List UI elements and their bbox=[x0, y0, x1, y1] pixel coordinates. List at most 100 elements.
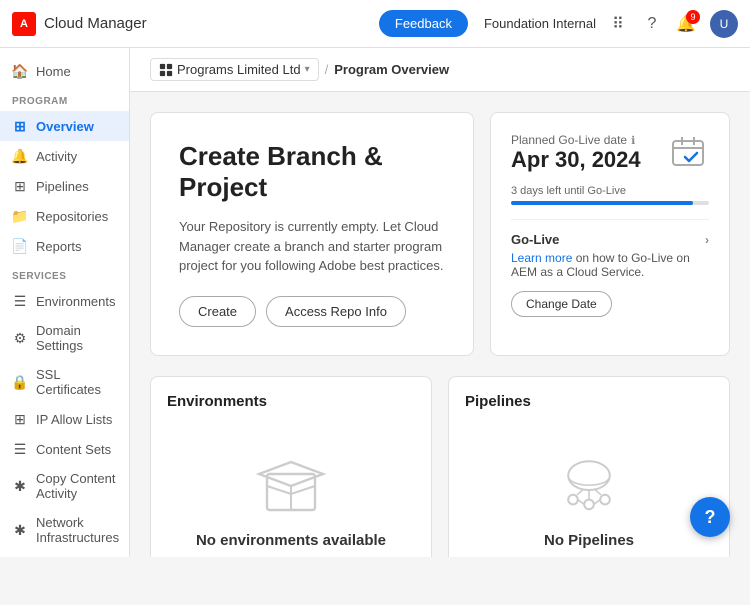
sidebar-section-resources: RESOURCES bbox=[0, 552, 129, 557]
feedback-button[interactable]: Feedback bbox=[379, 10, 468, 37]
access-repo-button[interactable]: Access Repo Info bbox=[266, 296, 406, 327]
create-card-buttons: Create Access Repo Info bbox=[179, 296, 445, 327]
golive-desc: Learn more on how to Go-Live on AEM as a… bbox=[511, 251, 709, 279]
repositories-icon: 📁 bbox=[12, 208, 28, 224]
ip-icon: ⊞ bbox=[12, 411, 28, 427]
create-card-title: Create Branch & Project bbox=[179, 141, 445, 203]
sidebar-repositories-label: Repositories bbox=[36, 209, 108, 224]
overview-icon: ⊞ bbox=[12, 118, 28, 134]
environments-title: Environments bbox=[167, 393, 415, 410]
golive-section-title: Go-Live › bbox=[511, 232, 709, 247]
sidebar-network-label: Network Infrastructures bbox=[36, 515, 119, 545]
empty-box-icon bbox=[251, 442, 331, 522]
progress-label: 3 days left until Go-Live bbox=[511, 185, 709, 197]
logo[interactable]: A Cloud Manager bbox=[12, 12, 147, 36]
progress-bar-bg bbox=[511, 201, 709, 205]
sidebar-section-services: SERVICES bbox=[0, 261, 129, 286]
info-icon: ℹ bbox=[631, 134, 635, 147]
create-button[interactable]: Create bbox=[179, 296, 256, 327]
environments-card: Environments No environments available S… bbox=[150, 376, 432, 557]
network-icon: ✱ bbox=[12, 522, 28, 538]
change-date-button[interactable]: Change Date bbox=[511, 291, 612, 317]
app-title: Cloud Manager bbox=[44, 15, 147, 32]
sidebar-ssl-label: SSL Certificates bbox=[36, 367, 117, 397]
sidebar-item-ip-allow-lists[interactable]: ⊞ IP Allow Lists bbox=[0, 404, 129, 434]
environments-empty-title: No environments available bbox=[196, 532, 386, 549]
topnav-icons: ⠿ ? 🔔 9 U bbox=[608, 10, 738, 38]
progress-bar-fill bbox=[511, 201, 693, 205]
activity-icon: 🔔 bbox=[12, 148, 28, 164]
golive-label-wrap: Planned Go-Live date ℹ Apr 30, 2024 bbox=[511, 133, 641, 181]
sidebar-ip-label: IP Allow Lists bbox=[36, 412, 112, 427]
cards-row: Create Branch & Project Your Repository … bbox=[150, 112, 730, 356]
pipelines-title: Pipelines bbox=[465, 393, 713, 410]
breadcrumb-bar: Programs Limited Ltd ▾ / Program Overvie… bbox=[130, 48, 750, 92]
org-icon bbox=[159, 63, 173, 77]
sidebar-overview-label: Overview bbox=[36, 119, 94, 134]
content-area: Create Branch & Project Your Repository … bbox=[130, 92, 750, 557]
notification-badge: 9 bbox=[686, 10, 700, 24]
sidebar-item-ssl-certificates[interactable]: 🔒 SSL Certificates bbox=[0, 360, 129, 404]
topnav: A Cloud Manager Feedback Foundation Inte… bbox=[0, 0, 750, 48]
sidebar-item-home[interactable]: 🏠 Home bbox=[0, 56, 129, 86]
breadcrumb-separator: / bbox=[325, 62, 329, 77]
main-content: Programs Limited Ltd ▾ / Program Overvie… bbox=[130, 48, 750, 557]
sidebar-copy-content-label: Copy Content Activity bbox=[36, 471, 117, 501]
org-name: Foundation Internal bbox=[484, 16, 596, 31]
sidebar-item-pipelines[interactable]: ⊞ Pipelines bbox=[0, 171, 129, 201]
sidebar: 🏠 Home PROGRAM ⊞ Overview 🔔 Activity ⊞ P… bbox=[0, 48, 130, 557]
pipelines-empty-state: No Pipelines Select Add to create a new … bbox=[465, 422, 713, 557]
environments-empty-state: No environments available Select Add Env… bbox=[167, 422, 415, 557]
reports-icon: 📄 bbox=[12, 238, 28, 254]
golive-planned-label: Planned Go-Live date ℹ bbox=[511, 133, 641, 147]
empty-pipelines-icon bbox=[549, 442, 629, 522]
breadcrumb-chevron-down-icon: ▾ bbox=[305, 64, 310, 75]
help-button[interactable]: ? bbox=[690, 497, 730, 537]
golive-progress-wrap: 3 days left until Go-Live bbox=[511, 185, 709, 205]
sidebar-item-environments[interactable]: ☰ Environments bbox=[0, 286, 129, 316]
sidebar-item-copy-content-activity[interactable]: ✱ Copy Content Activity bbox=[0, 464, 129, 508]
grid-icon[interactable]: ⠿ bbox=[608, 14, 628, 34]
sidebar-item-domain-settings[interactable]: ⚙ Domain Settings bbox=[0, 316, 129, 360]
create-branch-card: Create Branch & Project Your Repository … bbox=[150, 112, 474, 356]
breadcrumb-org[interactable]: Programs Limited Ltd ▾ bbox=[150, 58, 319, 81]
sidebar-home-label: Home bbox=[36, 64, 71, 79]
sidebar-item-overview[interactable]: ⊞ Overview bbox=[0, 111, 129, 141]
sidebar-environments-label: Environments bbox=[36, 294, 115, 309]
sidebar-item-activity[interactable]: 🔔 Activity bbox=[0, 141, 129, 171]
bottom-row: Environments No environments available S… bbox=[150, 376, 730, 557]
calendar-icon bbox=[669, 133, 709, 173]
sidebar-activity-label: Activity bbox=[36, 149, 77, 164]
golive-section: Go-Live › Learn more on how to Go-Live o… bbox=[511, 219, 709, 317]
adobe-icon: A bbox=[12, 12, 36, 36]
domain-settings-icon: ⚙ bbox=[12, 330, 28, 346]
sidebar-item-network-infrastructures[interactable]: ✱ Network Infrastructures bbox=[0, 508, 129, 552]
sidebar-item-reports[interactable]: 📄 Reports bbox=[0, 231, 129, 261]
help-icon[interactable]: ? bbox=[642, 14, 662, 34]
pipelines-card: Pipelines bbox=[448, 376, 730, 557]
golive-date: Apr 30, 2024 bbox=[511, 147, 641, 173]
sidebar-item-content-sets[interactable]: ☰ Content Sets bbox=[0, 434, 129, 464]
sidebar-domain-label: Domain Settings bbox=[36, 323, 117, 353]
golive-card: Planned Go-Live date ℹ Apr 30, 2024 bbox=[490, 112, 730, 356]
content-sets-icon: ☰ bbox=[12, 441, 28, 457]
sidebar-reports-label: Reports bbox=[36, 239, 82, 254]
notification-icon[interactable]: 🔔 9 bbox=[676, 14, 696, 34]
sidebar-section-program: PROGRAM bbox=[0, 86, 129, 111]
copy-content-icon: ✱ bbox=[12, 478, 28, 494]
environments-icon: ☰ bbox=[12, 293, 28, 309]
sidebar-pipelines-label: Pipelines bbox=[36, 179, 89, 194]
pipelines-icon: ⊞ bbox=[12, 178, 28, 194]
home-icon: 🏠 bbox=[12, 63, 28, 79]
breadcrumb-current: Program Overview bbox=[334, 62, 449, 77]
learn-more-link[interactable]: Learn more bbox=[511, 251, 572, 265]
avatar[interactable]: U bbox=[710, 10, 738, 38]
pipelines-empty-title: No Pipelines bbox=[544, 532, 634, 549]
ssl-icon: 🔒 bbox=[12, 374, 28, 390]
golive-chevron-right-icon[interactable]: › bbox=[705, 233, 709, 247]
sidebar-item-repositories[interactable]: 📁 Repositories bbox=[0, 201, 129, 231]
create-card-description: Your Repository is currently empty. Let … bbox=[179, 217, 445, 276]
layout: 🏠 Home PROGRAM ⊞ Overview 🔔 Activity ⊞ P… bbox=[0, 48, 750, 557]
golive-top: Planned Go-Live date ℹ Apr 30, 2024 bbox=[511, 133, 709, 181]
sidebar-content-sets-label: Content Sets bbox=[36, 442, 111, 457]
